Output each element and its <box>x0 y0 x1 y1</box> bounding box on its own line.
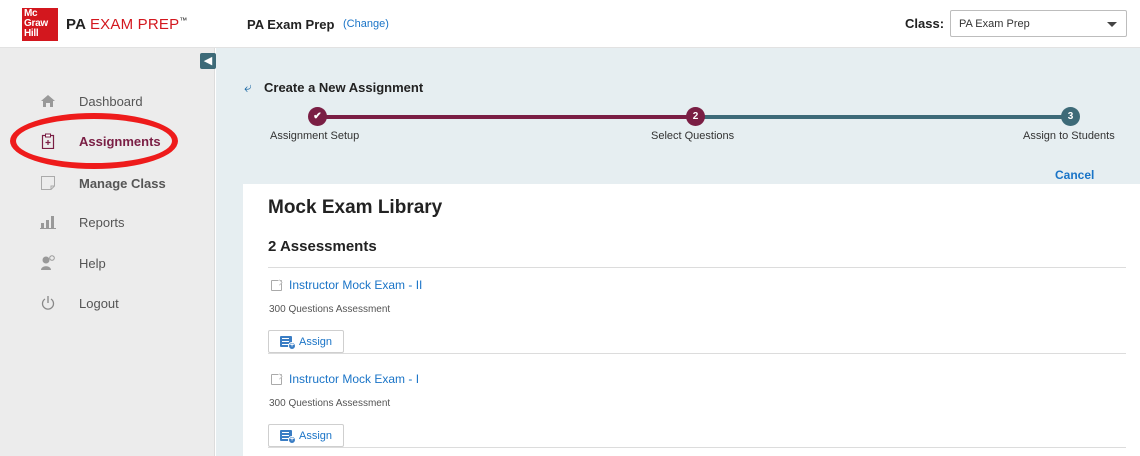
assessment-title-link[interactable]: Instructor Mock Exam - I <box>289 372 419 386</box>
assign-button-label: Assign <box>299 336 333 348</box>
library-panel <box>243 184 1140 456</box>
item-select-checkbox[interactable] <box>271 374 282 385</box>
sidebar-item-logout[interactable]: Logout <box>0 288 215 318</box>
step-3-label: Assign to Students <box>1023 130 1115 142</box>
notepad-icon <box>41 176 55 190</box>
step-1-check-icon[interactable]: ✔ <box>308 107 327 126</box>
assign-button[interactable]: + Assign <box>268 424 344 447</box>
item-select-checkbox[interactable] <box>271 280 282 291</box>
brand-trademark: ™ <box>179 16 188 25</box>
class-select[interactable]: PA Exam Prep <box>950 10 1127 37</box>
sidebar-item-label: Logout <box>79 296 119 311</box>
divider <box>268 267 1126 268</box>
sidebar-item-label: Manage Class <box>79 176 166 191</box>
step-2-label: Select Questions <box>651 130 735 142</box>
collapse-sidebar-button[interactable]: ◀ <box>200 53 216 69</box>
assessment-count: 2 Assessments <box>268 238 377 255</box>
step-3-indicator[interactable]: 3 <box>1061 107 1080 126</box>
class-select-value: PA Exam Prep <box>959 18 1030 30</box>
plus-icon: + <box>288 342 296 350</box>
class-label: Class: <box>905 16 945 31</box>
sidebar-item-label: Help <box>79 256 106 271</box>
page-title: Mock Exam Library <box>268 197 443 218</box>
assessment-title-link[interactable]: Instructor Mock Exam - II <box>289 278 422 292</box>
bar-chart-icon <box>40 216 56 229</box>
chevron-down-icon <box>1107 22 1117 27</box>
sidebar-item-label: Reports <box>79 215 125 230</box>
course-name: PA Exam Prep <box>247 17 335 32</box>
stepper-track-pending <box>696 115 1070 119</box>
step-1-label: Assignment Setup <box>270 130 360 142</box>
top-bar: Mc Graw Hill PA EXAM PREP™ PA Exam Prep … <box>0 0 1140 48</box>
clipboard-plus-icon <box>41 133 55 149</box>
product-brand: PA EXAM PREP™ <box>66 16 187 33</box>
cancel-link[interactable]: Cancel <box>1055 168 1094 182</box>
sidebar-item-reports[interactable]: Reports <box>0 207 215 237</box>
person-help-icon <box>41 255 55 270</box>
change-course-link[interactable]: (Change) <box>343 18 389 30</box>
assign-button[interactable]: + Assign <box>268 330 344 353</box>
sidebar-item-assignments[interactable]: Assignments <box>0 126 215 156</box>
mcgraw-hill-logo[interactable]: Mc Graw Hill <box>22 8 58 41</box>
brand-light: EXAM PREP <box>89 16 180 33</box>
divider <box>268 447 1126 448</box>
sidebar-item-label: Dashboard <box>79 94 143 109</box>
assessment-subtitle: 300 Questions Assessment <box>269 398 391 409</box>
stepper-track-completed <box>317 115 696 119</box>
home-icon <box>41 95 55 107</box>
sidebar-item-manage-class[interactable]: Manage Class <box>0 168 215 198</box>
power-icon <box>41 296 55 310</box>
assign-button-label: Assign <box>299 430 333 442</box>
assessment-subtitle: 300 Questions Assessment <box>269 304 391 315</box>
plus-icon: + <box>288 436 296 444</box>
brand-bold: PA <box>66 16 86 33</box>
step-2-indicator[interactable]: 2 <box>686 107 705 126</box>
logo-line-3: Hill <box>24 28 39 39</box>
wizard-title: Create a New Assignment <box>264 80 424 95</box>
divider <box>268 353 1126 354</box>
sidebar-item-help[interactable]: Help <box>0 248 215 278</box>
back-arrow-icon[interactable]: ⤶ <box>244 79 260 95</box>
sidebar-item-dashboard[interactable]: Dashboard <box>0 86 215 116</box>
sidebar-item-label: Assignments <box>79 134 161 149</box>
